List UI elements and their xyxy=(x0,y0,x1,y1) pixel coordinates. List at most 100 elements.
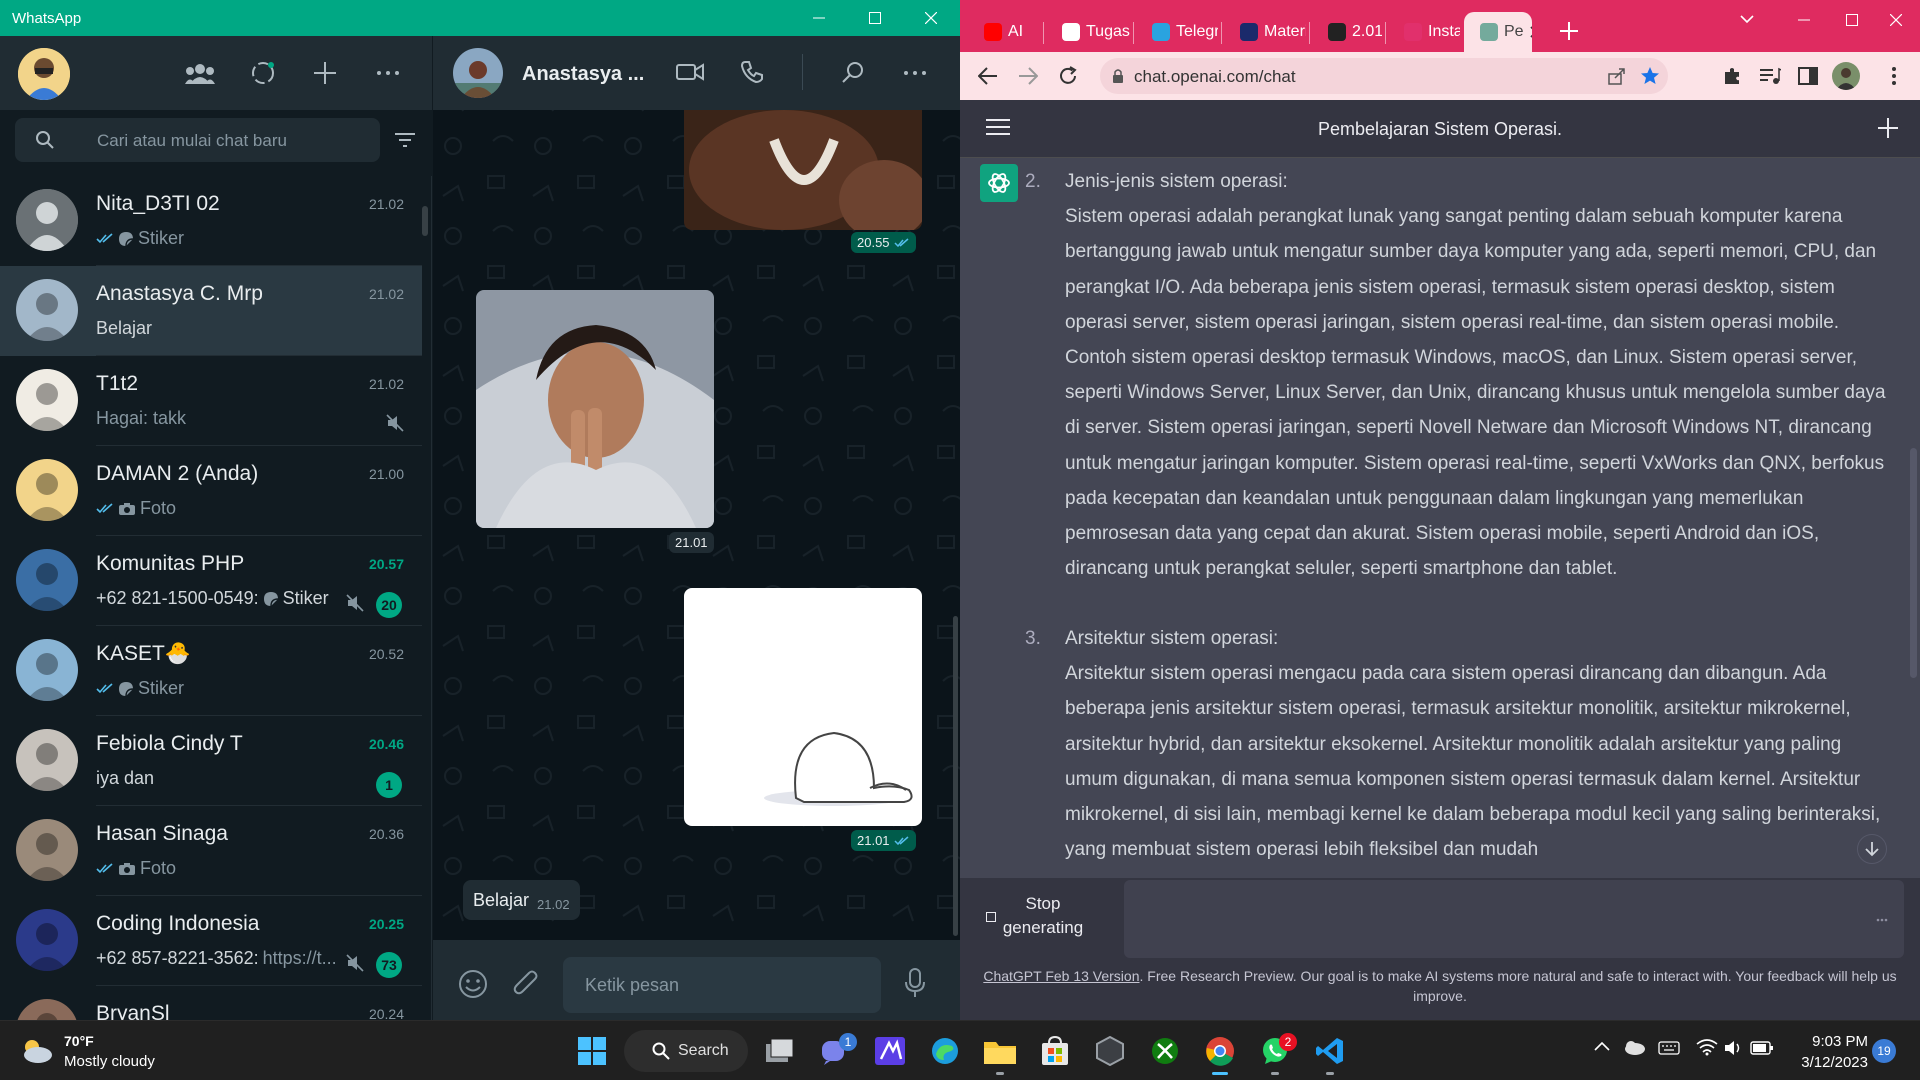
clock-date[interactable]: 3/12/2023 xyxy=(1784,1054,1868,1071)
task-view-icon[interactable] xyxy=(760,1031,800,1071)
extensions-icon[interactable] xyxy=(1720,64,1744,88)
chat-row[interactable]: T1t2 21.02 Hagai: takk xyxy=(0,356,422,446)
address-bar[interactable]: chat.openai.com/chat xyxy=(1100,58,1668,94)
message-input[interactable]: Ketik pesan xyxy=(563,957,881,1013)
weather-icon[interactable] xyxy=(18,1035,54,1065)
status-icon[interactable] xyxy=(246,56,280,90)
search-messages-icon[interactable] xyxy=(841,60,865,84)
chat-row[interactable]: Coding Indonesia 20.25 +62 857-8221-3562: h… xyxy=(0,896,422,986)
browser-tab[interactable]: 2.01 xyxy=(1312,12,1382,52)
prompt-textarea[interactable] xyxy=(1124,880,1904,958)
contact-name[interactable]: Anastasya ... xyxy=(522,63,644,86)
lock-icon[interactable] xyxy=(1112,68,1124,84)
browser-tab[interactable]: Tugas xyxy=(1046,12,1130,52)
avatar[interactable] xyxy=(16,549,78,611)
volume-icon[interactable] xyxy=(1724,1039,1744,1057)
back-icon[interactable] xyxy=(976,64,1000,88)
browser-tab[interactable]: Telegram xyxy=(1136,12,1218,52)
emoji-icon[interactable] xyxy=(458,969,488,999)
chevron-up-icon[interactable] xyxy=(1594,1041,1610,1051)
chat-row[interactable]: Nita_D3TI 02 21.02 Stiker xyxy=(0,176,422,266)
maximize-button[interactable] xyxy=(852,0,898,36)
chat-row[interactable]: BryanSl 20.24 xyxy=(0,986,422,1020)
browser-tab[interactable]: Materi xyxy=(1224,12,1306,52)
taskbar-search[interactable]: Search xyxy=(624,1030,748,1072)
forward-icon[interactable] xyxy=(1016,64,1040,88)
notification-count[interactable]: 19 xyxy=(1872,1039,1896,1063)
start-button[interactable] xyxy=(572,1031,612,1071)
edge-icon[interactable] xyxy=(925,1031,965,1071)
microsoft-store-icon[interactable] xyxy=(1035,1031,1075,1071)
teams-chat-icon[interactable]: 1 xyxy=(815,1031,857,1071)
share-icon[interactable] xyxy=(1608,67,1626,85)
new-tab-icon[interactable] xyxy=(1560,22,1578,40)
new-chat-icon[interactable] xyxy=(1878,118,1898,138)
image-message[interactable] xyxy=(476,290,714,528)
chat-list-scrollbar[interactable] xyxy=(422,206,428,236)
browser-tab[interactable]: Pe xyxy=(1464,12,1532,52)
close-button[interactable] xyxy=(908,0,954,36)
weather-temperature[interactable]: 70°F xyxy=(64,1033,94,1049)
avatar[interactable] xyxy=(16,369,78,431)
browser-tab[interactable]: Instagram xyxy=(1388,12,1460,52)
chat-row[interactable]: Anastasya C. Mrp 21.02 Belajar xyxy=(0,266,422,356)
chat-row[interactable]: KASET🐣 20.52 Stiker xyxy=(0,626,422,716)
browser-tab[interactable]: AI xyxy=(968,12,1040,52)
chat-row[interactable]: Hasan Sinaga 20.36 Foto xyxy=(0,806,422,896)
contact-avatar[interactable] xyxy=(453,48,503,98)
chrome-icon[interactable] xyxy=(1200,1031,1240,1075)
voice-call-icon[interactable] xyxy=(740,60,764,84)
chrome-menu-icon[interactable] xyxy=(1882,64,1906,88)
weather-description[interactable]: Mostly cloudy xyxy=(64,1053,155,1070)
avatar[interactable] xyxy=(16,729,78,791)
communities-icon[interactable] xyxy=(183,56,217,90)
side-panel-icon[interactable] xyxy=(1796,64,1820,88)
text-message[interactable]: Belajar 21.02 xyxy=(463,880,580,920)
wifi-icon[interactable] xyxy=(1696,1038,1718,1056)
image-message[interactable] xyxy=(684,110,922,230)
chat-row[interactable]: DAMAN 2 (Anda) 21.00 Foto xyxy=(0,446,422,536)
xbox-icon[interactable] xyxy=(1145,1031,1185,1071)
sticker-message[interactable] xyxy=(684,588,922,826)
clock-time[interactable]: 9:03 PM xyxy=(1796,1033,1868,1050)
profile-avatar[interactable] xyxy=(1832,62,1860,90)
minimize-button[interactable] xyxy=(796,0,842,36)
minimize-button[interactable] xyxy=(1798,14,1810,26)
avatar[interactable] xyxy=(16,909,78,971)
stop-generating-button[interactable]: Stop generating xyxy=(984,892,1084,944)
chat-row[interactable]: Komunitas PHP 20.57 +62 821-1500-0549: Stik… xyxy=(0,536,422,626)
maximize-button[interactable] xyxy=(1846,14,1858,26)
avatar[interactable] xyxy=(16,999,78,1020)
avatar[interactable] xyxy=(16,819,78,881)
visual-studio-icon[interactable] xyxy=(870,1031,910,1071)
chat-row[interactable]: Febiola Cindy T 20.46 iya dan 1 xyxy=(0,716,422,806)
file-explorer-icon[interactable] xyxy=(980,1031,1020,1075)
tab-search-icon[interactable] xyxy=(1740,14,1754,24)
attach-icon[interactable] xyxy=(513,969,539,997)
onedrive-icon[interactable] xyxy=(1622,1039,1646,1055)
close-button[interactable] xyxy=(1890,14,1902,26)
filter-icon[interactable] xyxy=(395,132,415,148)
whatsapp-icon[interactable]: 2 xyxy=(1255,1031,1297,1075)
vscode-icon[interactable] xyxy=(1310,1031,1350,1075)
search-input[interactable]: Cari atau mulai chat baru xyxy=(15,118,380,162)
profile-avatar[interactable] xyxy=(18,48,70,100)
menu-icon[interactable] xyxy=(371,56,405,90)
close-tab-icon[interactable] xyxy=(1529,26,1532,38)
version-link[interactable]: ChatGPT Feb 13 Version xyxy=(983,968,1139,984)
chatgpt-scrollbar[interactable] xyxy=(1910,448,1917,678)
avatar[interactable] xyxy=(16,459,78,521)
avatar[interactable] xyxy=(16,279,78,341)
app-cube-icon[interactable] xyxy=(1090,1031,1130,1071)
conversation-menu-icon[interactable] xyxy=(903,70,927,76)
battery-icon[interactable] xyxy=(1750,1040,1774,1056)
media-control-icon[interactable] xyxy=(1758,64,1782,88)
bookmark-star-icon[interactable] xyxy=(1640,66,1660,86)
avatar[interactable] xyxy=(16,189,78,251)
scroll-down-icon[interactable] xyxy=(1857,834,1887,864)
microphone-icon[interactable] xyxy=(905,968,925,998)
conversation-scrollbar[interactable] xyxy=(953,616,958,936)
reload-icon[interactable] xyxy=(1056,64,1080,88)
avatar[interactable] xyxy=(16,639,78,701)
new-chat-icon[interactable] xyxy=(308,56,342,90)
